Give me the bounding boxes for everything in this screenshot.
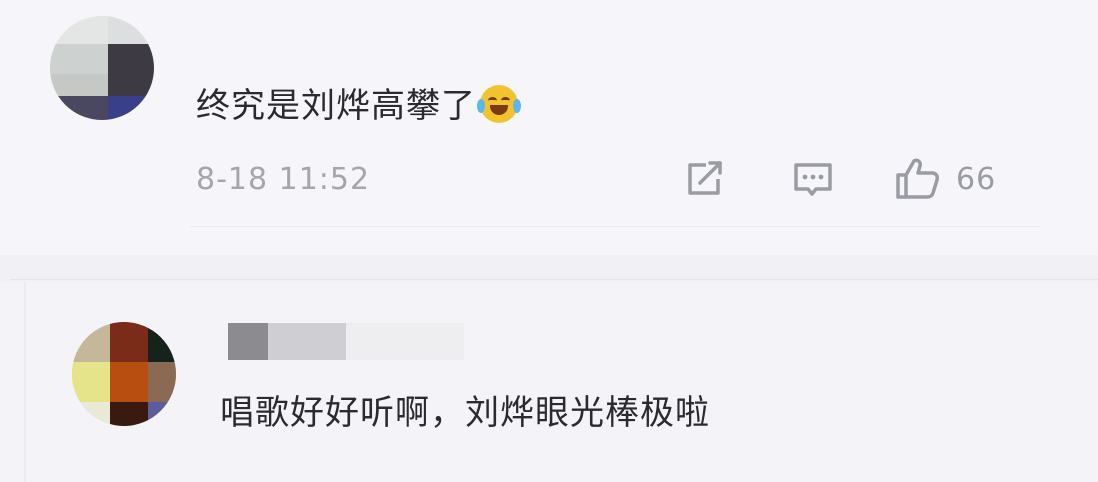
avatar[interactable] [72,322,176,426]
reply-button[interactable] [792,155,838,203]
divider [190,226,1040,227]
like-count: 66 [956,161,997,197]
section-gap [0,255,1098,282]
comment-body: 终究是刘烨高攀了 [196,86,476,126]
share-icon [688,161,722,195]
divider [10,279,1098,280]
comment-text: 终究是刘烨高攀了 [196,78,521,127]
thumbs-up-icon [896,158,939,199]
avatar[interactable] [50,16,154,120]
like-button[interactable]: 66 [894,155,1014,203]
timestamp: 8-18 11:52 [196,162,371,197]
share-button[interactable] [684,155,730,203]
comment-icon [794,163,832,196]
laughing-with-tears-icon [477,85,521,123]
comment-text: 唱歌好好听啊，刘烨眼光棒极啦 [220,393,710,433]
thread-line [24,282,26,482]
comment-item [0,0,1098,255]
